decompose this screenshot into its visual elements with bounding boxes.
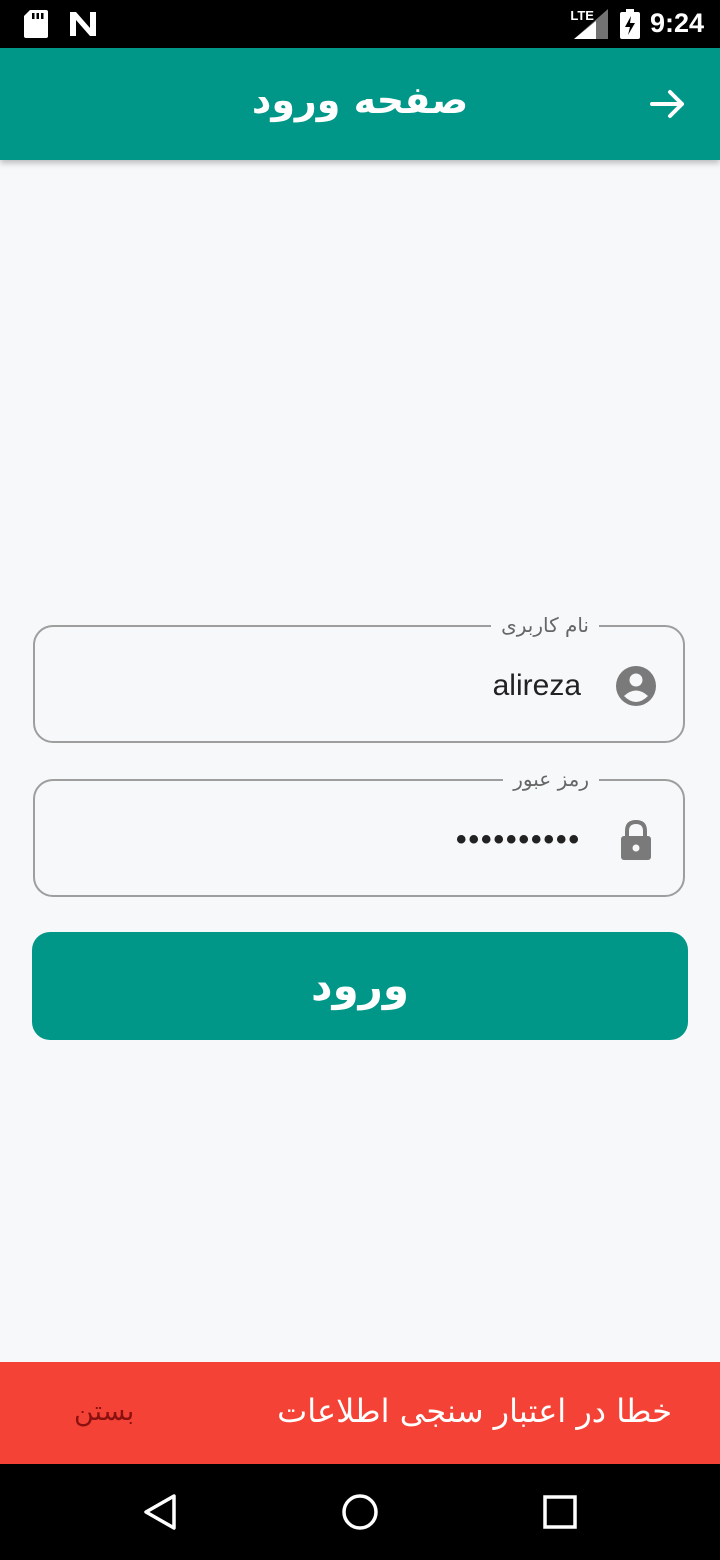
battery-charging-icon [619,8,640,39]
username-input[interactable] [55,663,583,709]
arrow-right-icon[interactable] [646,82,690,126]
n-icon [70,12,96,36]
snackbar-close-button[interactable]: بستن [74,1396,134,1427]
back-triangle-icon[interactable] [140,1492,180,1532]
page-title: صفحه ورود [251,78,469,122]
account-circle-icon [616,666,656,706]
username-field[interactable]: نام کاربری [33,613,685,743]
snackbar-message: خطا در اعتبار سنجی اطلاعات [277,1392,672,1430]
sd-card-icon [24,10,48,38]
status-left-icons [24,10,98,38]
username-label: نام کاربری [491,613,599,637]
status-time: 9:24 [649,8,704,38]
recents-square-icon[interactable] [540,1492,580,1532]
network-type: LTE [570,8,594,23]
password-label: رمز عبور [503,767,599,791]
system-nav-bar [0,1464,720,1560]
status-bar: LTE 9:24 [0,0,720,48]
status-right-icons: LTE 9:24 [570,8,704,39]
error-snackbar: خطا در اعتبار سنجی اطلاعات بستن [0,1362,720,1464]
lock-icon [621,819,651,860]
login-button[interactable]: ورود [32,932,688,1040]
app-bar: صفحه ورود [0,48,720,160]
password-field[interactable]: رمز عبور [33,767,685,897]
password-input[interactable] [55,817,583,863]
home-circle-icon[interactable] [340,1492,380,1532]
